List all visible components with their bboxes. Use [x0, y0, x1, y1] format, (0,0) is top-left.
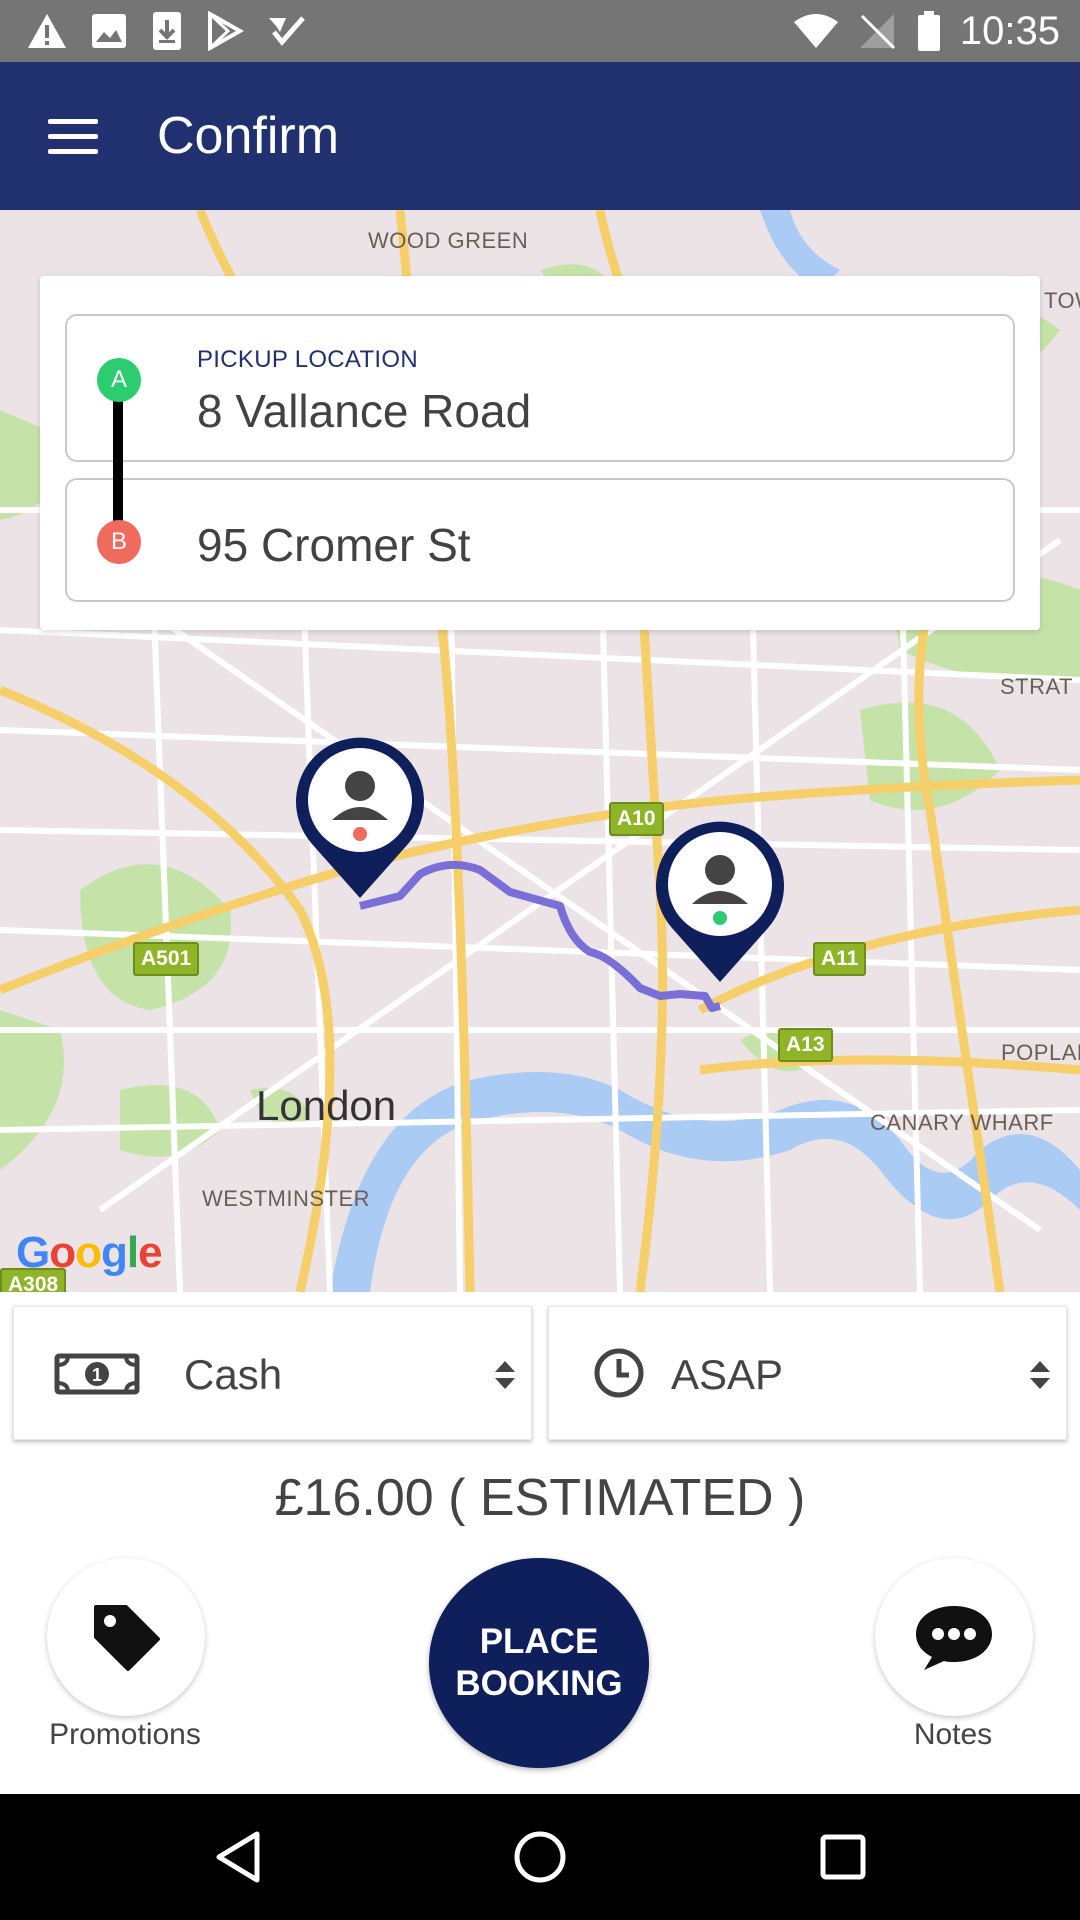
dropoff-pin-icon[interactable]: [652, 818, 788, 986]
map-label-london: London: [256, 1082, 397, 1129]
back-icon[interactable]: [203, 1822, 273, 1892]
pickup-time-select[interactable]: ASAP: [548, 1306, 1067, 1440]
pickup-caption: PICKUP LOCATION: [197, 346, 418, 373]
map-label-strat: STRAT: [1000, 674, 1073, 699]
sort-arrows-icon: [1030, 1361, 1050, 1389]
pickup-time-value: ASAP: [671, 1351, 784, 1398]
payment-method-select[interactable]: 1 Cash: [13, 1306, 532, 1440]
cash-icon: 1: [54, 1353, 140, 1395]
dropoff-address: 95 Cromer St: [197, 519, 471, 571]
notes-label[interactable]: Notes: [843, 1718, 1063, 1752]
map-label-tow: TOW: [1044, 288, 1080, 313]
image-icon: [92, 14, 126, 48]
place-booking-button[interactable]: PLACE BOOKING: [429, 1558, 649, 1768]
road-shield-a11: A11: [813, 942, 867, 976]
map-label-canary-wharf: CANARY WHARF: [870, 1110, 1054, 1135]
wifi-icon: [793, 14, 838, 48]
system-nav-bar: [0, 1794, 1080, 1920]
place-booking-label: PLACE BOOKING: [455, 1622, 623, 1703]
tag-icon: [94, 1605, 160, 1671]
hamburger-menu-icon[interactable]: [30, 98, 116, 174]
marker-a-icon: A: [97, 358, 141, 402]
play-store-icon: [208, 11, 244, 51]
clock-icon: [594, 1348, 644, 1398]
estimated-price: £16.00 ( ESTIMATED ): [274, 1469, 806, 1527]
pickup-location-field[interactable]: PICKUP LOCATION 8 Vallance Road: [65, 314, 1015, 462]
chat-bubble-icon: [916, 1606, 992, 1670]
dropoff-location-field[interactable]: 95 Cromer St: [65, 478, 1015, 602]
recents-icon[interactable]: [808, 1822, 878, 1892]
sort-arrows-icon: [495, 1361, 515, 1389]
status-bar: 10:35: [0, 0, 1080, 62]
map-label-westminster: WESTMINSTER: [202, 1186, 371, 1211]
pickup-address: 8 Vallance Road: [197, 385, 532, 437]
clock-time: 10:35: [959, 8, 1060, 53]
svg-text:1: 1: [92, 1365, 102, 1385]
road-shield-a13: A13: [778, 1028, 833, 1062]
notes-button[interactable]: [875, 1558, 1033, 1716]
map-label-wood-green: WOOD GREEN: [368, 228, 529, 253]
app-bar: Confirm: [0, 62, 1080, 210]
system-icons: 10:35: [792, 8, 1060, 54]
google-attribution: Google: [16, 1228, 163, 1277]
booking-options: 1 Cash ASAP: [0, 1292, 1080, 1462]
road-shield-a501: A501: [133, 942, 200, 976]
pickup-pin-icon[interactable]: [292, 734, 428, 902]
payment-method-value: Cash: [184, 1351, 283, 1398]
notification-icons: [26, 10, 306, 52]
download-icon: [153, 12, 181, 50]
route-card: PICKUP LOCATION 8 Vallance Road 95 Crome…: [40, 276, 1040, 630]
check-icon: [269, 16, 305, 46]
map-label-poplar: POPLAR: [1001, 1040, 1080, 1065]
marker-b-icon: B: [97, 520, 141, 564]
home-icon[interactable]: [505, 1822, 575, 1892]
warning-icon: [28, 14, 66, 48]
page-title: Confirm: [157, 107, 340, 165]
promotions-button[interactable]: [47, 1558, 205, 1716]
no-signal-icon: [859, 14, 895, 50]
promotions-label[interactable]: Promotions: [15, 1718, 235, 1752]
battery-icon: [917, 11, 940, 51]
